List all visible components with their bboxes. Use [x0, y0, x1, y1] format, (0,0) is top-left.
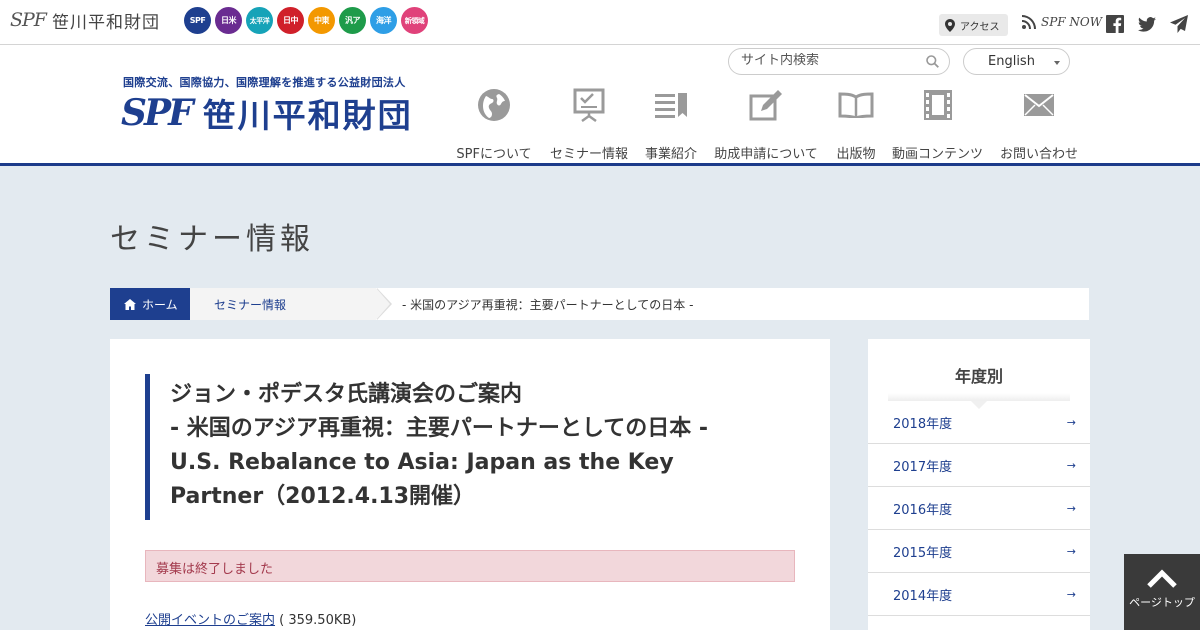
chevron-down-icon: [1054, 61, 1060, 65]
badge-japan-china[interactable]: 日中: [277, 7, 304, 34]
main-logo-mark: SPF: [121, 92, 194, 134]
nav-grants-label: 助成申請について: [714, 147, 818, 162]
arrow-right-icon: →: [1066, 415, 1076, 429]
article-title: ジョン・ポデスタ氏講演会のご案内 - 米国のアジア再重視：主要パートナーとしての…: [145, 374, 775, 520]
sidebar-item-label: 2018年度: [893, 416, 953, 432]
article-title-line-4: Partner（2012.4.13開催）: [170, 484, 476, 509]
site-search: [728, 48, 950, 75]
facebook-icon: [1106, 15, 1124, 33]
pdf-size: ( 359.50KB): [279, 613, 357, 628]
search-icon[interactable]: [926, 55, 939, 68]
article-title-line-2: - 米国のアジア再重視：主要パートナーとしての日本 -: [170, 416, 709, 441]
tagline: 国際交流、国際協力、国際理解を推進する公益財団法人: [123, 76, 406, 89]
small-logo-name: 笹川平和財団: [51, 12, 160, 33]
badge-spf[interactable]: SPF: [184, 7, 211, 34]
nav-videos-label: 動画コンテンツ: [892, 147, 984, 162]
sidebar-item-2015[interactable]: 2015年度 →: [868, 530, 1090, 573]
nav-contact[interactable]: お問い合わせ: [1000, 85, 1078, 162]
nav-videos[interactable]: 動画コンテンツ: [892, 85, 983, 162]
pencil-icon: [749, 90, 782, 121]
top-strip: SPF 笹川平和財団 SPF 日米 太平洋 日中 中東 汎ア 海洋 新領域 アク…: [0, 0, 1200, 45]
access-label: アクセス: [960, 21, 1000, 33]
arrow-right-icon: →: [1066, 501, 1076, 515]
year-sidebar: 年度別 2018年度 → 2017年度 → 2016年度 → 2015年度 → …: [868, 339, 1090, 630]
badge-pacific[interactable]: 太平洋: [246, 7, 273, 34]
sidebar-heading-pointer: [971, 401, 987, 409]
nav-grants[interactable]: 助成申請について: [714, 85, 818, 162]
home-icon: [124, 298, 136, 310]
badge-middle-east[interactable]: 中東: [308, 7, 335, 34]
globe-icon: [478, 89, 510, 121]
sidebar-item-label: 2017年度: [893, 459, 953, 475]
small-logo[interactable]: SPF 笹川平和財団: [10, 9, 160, 33]
breadcrumb-current-label: - 米国のアジア再重視：主要パートナーとしての日本 -: [402, 297, 694, 312]
badge-japan-us[interactable]: 日米: [215, 7, 242, 34]
sidebar-item-label: 2014年度: [893, 588, 953, 604]
article-title-line-3: U.S. Rebalance to Asia: Japan as the Key: [170, 450, 674, 475]
twitter-icon: [1138, 16, 1156, 32]
breadcrumb-seminar[interactable]: セミナー情報: [190, 288, 392, 320]
breadcrumb: ホーム セミナー情報 - 米国のアジア再重視：主要パートナーとしての日本 -: [110, 288, 1089, 320]
sidebar-item-label: 2016年度: [893, 502, 953, 518]
sidebar-item-2016[interactable]: 2016年度 →: [868, 487, 1090, 530]
breadcrumb-home[interactable]: ホーム: [110, 288, 204, 320]
spf-now-label: SPF NOW: [1041, 15, 1103, 29]
program-badges: SPF 日米 太平洋 日中 中東 汎ア 海洋 新領域: [184, 7, 432, 34]
nav-about[interactable]: SPFについて: [455, 85, 533, 162]
breadcrumb-current: - 米国のアジア再重視：主要パートナーとしての日本 -: [376, 288, 693, 320]
film-icon: [923, 90, 952, 120]
facebook-link[interactable]: [1105, 14, 1125, 34]
book-icon: [838, 92, 874, 118]
arrow-right-icon: →: [1066, 587, 1076, 601]
nav-seminar-label: セミナー情報: [550, 147, 629, 162]
badge-pan-asia[interactable]: 汎ア: [339, 7, 366, 34]
paper-plane-icon: [1170, 15, 1188, 33]
arrow-right-icon: →: [1066, 458, 1076, 472]
breadcrumb-home-label: ホーム: [142, 297, 178, 312]
page-title: セミナー情報: [110, 222, 314, 257]
sidebar-item-2017[interactable]: 2017年度 →: [868, 444, 1090, 487]
site-header: 国際交流、国際協力、国際理解を推進する公益財団法人 SPF 笹川平和財団 Eng…: [0, 45, 1200, 166]
arrow-right-icon: →: [1066, 544, 1076, 558]
access-button[interactable]: アクセス: [939, 14, 1008, 36]
main-logo-name: 笹川平和財団: [202, 96, 413, 135]
search-input[interactable]: [741, 53, 921, 68]
newsletter-link[interactable]: [1169, 14, 1189, 34]
page-top-label: ページトップ: [1129, 596, 1195, 609]
page-top-button[interactable]: ページトップ: [1124, 554, 1200, 630]
sidebar-heading: 年度別: [868, 339, 1090, 409]
twitter-link[interactable]: [1137, 14, 1157, 34]
list-icon: [655, 93, 687, 118]
rss-icon: [1022, 15, 1036, 29]
mail-icon: [1024, 94, 1054, 116]
badge-new-frontier[interactable]: 新領域: [401, 7, 428, 34]
chevron-up-icon: [1147, 569, 1177, 588]
nav-seminar[interactable]: セミナー情報: [550, 85, 628, 162]
article-card: ジョン・ポデスタ氏講演会のご案内 - 米国のアジア再重視：主要パートナーとしての…: [110, 339, 830, 630]
pdf-download-row: 公開イベントのご案内 ( 359.50KB): [145, 609, 356, 628]
article-title-line-1: ジョン・ポデスタ氏講演会のご案内: [170, 382, 523, 407]
map-pin-icon: [945, 18, 955, 32]
nav-publications-label: 出版物: [836, 147, 876, 162]
sidebar-item-2014[interactable]: 2014年度 →: [868, 573, 1090, 616]
nav-publications[interactable]: 出版物: [836, 85, 876, 162]
small-logo-mark: SPF: [10, 9, 47, 31]
sidebar-item-label: 2015年度: [893, 545, 953, 561]
spf-now-link[interactable]: SPF NOW: [1022, 15, 1102, 29]
presentation-icon: [573, 88, 605, 122]
language-select[interactable]: English: [963, 48, 1070, 75]
nav-contact-label: お問い合わせ: [1000, 147, 1079, 162]
pdf-link[interactable]: 公開イベントのご案内: [145, 613, 275, 628]
nav-projects[interactable]: 事業紹介: [645, 85, 697, 162]
nav-projects-label: 事業紹介: [645, 147, 698, 162]
language-label: English: [988, 54, 1035, 69]
nav-about-label: SPFについて: [456, 147, 532, 162]
status-notice: 募集は終了しました: [145, 550, 795, 582]
main-logo[interactable]: SPF 笹川平和財団: [121, 92, 413, 135]
breadcrumb-seminar-label: セミナー情報: [214, 297, 287, 312]
sidebar-heading-label: 年度別: [954, 367, 1003, 386]
badge-ocean[interactable]: 海洋: [370, 7, 397, 34]
